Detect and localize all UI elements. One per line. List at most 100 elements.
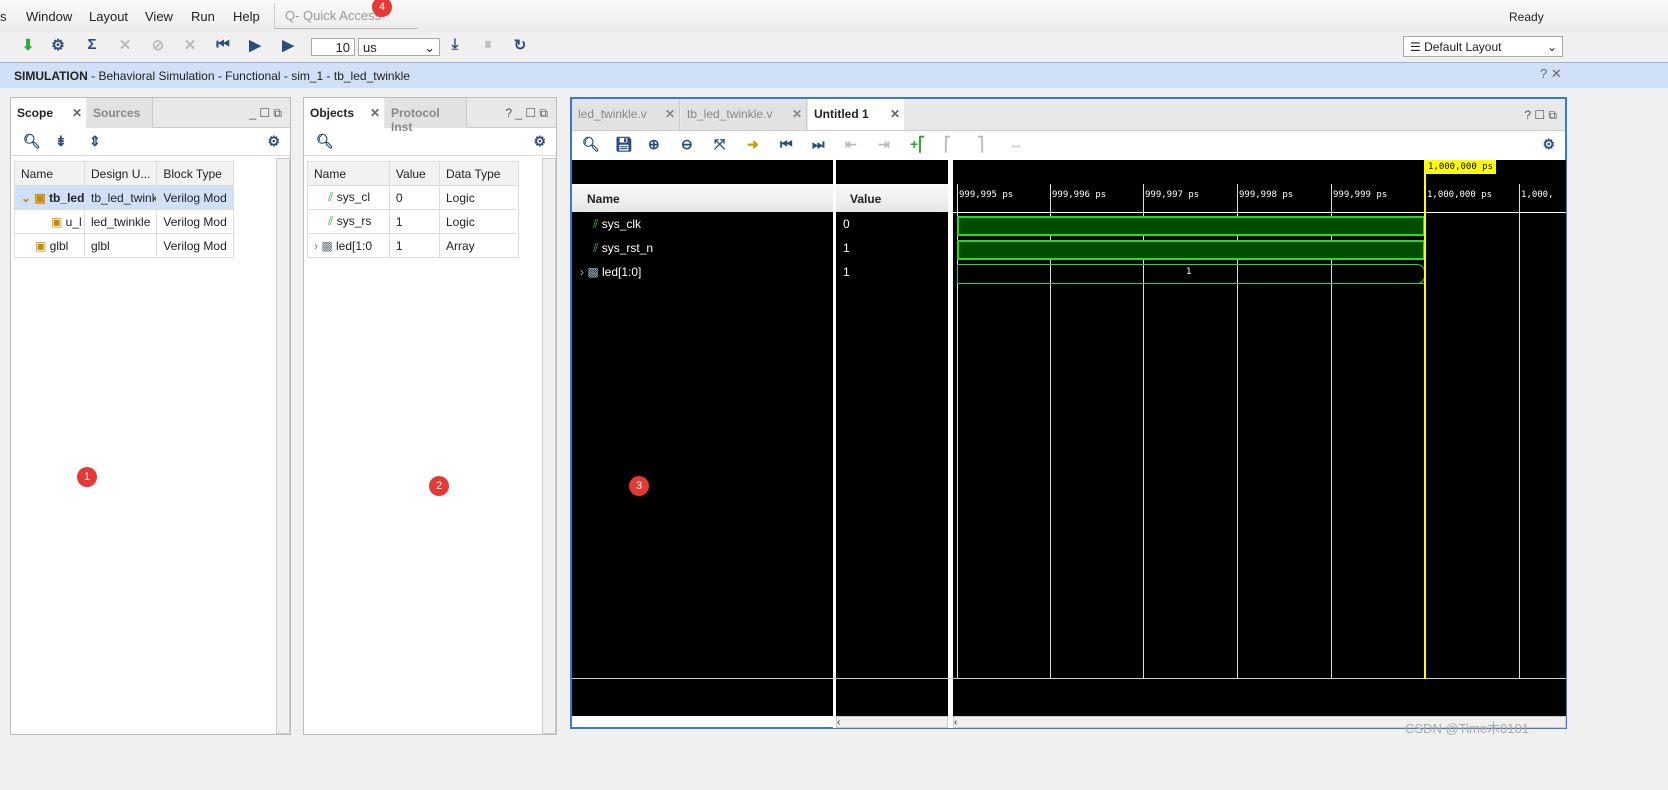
expand-all-icon[interactable]: ⇕ [89, 133, 101, 150]
scrollbar[interactable] [276, 158, 290, 734]
tab-sources[interactable]: Sources [87, 98, 153, 128]
chevron-down-icon: ⌄ [424, 40, 435, 55]
module-icon: ▣ [35, 238, 50, 253]
goto-end-icon[interactable]: ⏭ [812, 136, 825, 153]
close-icon[interactable]: ✕ [665, 107, 675, 121]
step-icon[interactable]: ⤓ [445, 36, 465, 56]
signal-name: led[1:0] [602, 265, 642, 279]
column-header[interactable]: Value [388, 161, 441, 186]
timeline-rule [953, 212, 1566, 213]
scope-table: Name Design U... Block Type ⌄ ▣ tb_led tb_l… [14, 161, 234, 258]
signal-value: 1 [843, 265, 850, 279]
goto-start-icon[interactable]: ⏮ [780, 136, 793, 153]
signal-row[interactable]: › ▩ led[1:0] [580, 265, 641, 279]
relaunch-icon[interactable]: ↻ [510, 36, 530, 56]
table-row[interactable]: ⌄ ▣ tb_led tb_led_twink Verilog Mod [14, 185, 234, 210]
close-icon[interactable]: ✕ [370, 106, 380, 120]
save-icon[interactable]: 💾︎ [615, 136, 633, 153]
cell: Logic [439, 185, 519, 210]
signal-row[interactable]: ⫽ sys_clk [593, 217, 641, 232]
gear-icon[interactable]: ⚙ [1542, 136, 1555, 153]
signal-row[interactable]: ⫽ sys_rst_n [593, 241, 653, 256]
column-header[interactable]: Block Type [156, 161, 234, 186]
column-header[interactable]: Name [307, 161, 390, 186]
cursor-label: 1,000,000 ps [1425, 160, 1497, 174]
tab-untitled-1[interactable]: Untitled 1 ✕ [808, 99, 904, 130]
table-row[interactable]: ⫽ sys_cl 0 Logic [307, 185, 519, 210]
zoom-fit-icon[interactable]: ⤧ [714, 136, 725, 153]
table-row[interactable]: ▣ u_l led_twinkle Verilog Mod [14, 209, 234, 234]
tick-label: 1,000, [1521, 190, 1554, 200]
close-icon[interactable]: ✕ [792, 107, 802, 121]
run-time-input[interactable]: 10 [311, 38, 355, 56]
signal-value: 1 [843, 241, 850, 255]
table-row[interactable]: ▣ glbl glbl Verilog Mod [14, 233, 234, 258]
close-icon[interactable]: ✕ [890, 107, 900, 121]
bus-icon: ▩ [587, 265, 603, 279]
cell: 1 [388, 233, 441, 258]
search-icon[interactable]: 🔍︎ [582, 136, 600, 153]
quick-access-input[interactable]: Q- Quick Access [274, 3, 418, 29]
zoom-out-icon[interactable]: ⊖ [681, 136, 693, 153]
tab-scope[interactable]: Scope ✕ [11, 98, 86, 128]
cell: Logic [439, 209, 519, 234]
menu-tools[interactable]: s [0, 9, 7, 24]
signal-icon: ⫽ [593, 241, 602, 255]
column-header[interactable]: Design U... [83, 161, 158, 186]
gear-icon[interactable]: ⚙ [533, 133, 546, 150]
table-row[interactable]: ⫽ sys_rs 1 Logic [307, 209, 519, 234]
settings-icon[interactable]: ⚙ [48, 36, 68, 56]
menu-help[interactable]: Help [233, 9, 260, 24]
value-scrollbar[interactable]: ‹ [836, 716, 948, 728]
tick-label: 999,998 ps [1239, 190, 1294, 200]
window-controls-icon[interactable]: ? ☐ ⧉ [1524, 108, 1557, 123]
divider[interactable] [948, 160, 953, 728]
close-icon[interactable]: ✕ [72, 106, 82, 120]
tick-label: 999,997 ps [1145, 190, 1200, 200]
menu-run[interactable]: Run [191, 9, 215, 24]
restart-icon[interactable]: ⏮ [213, 36, 233, 56]
gear-icon[interactable]: ⚙ [267, 133, 280, 150]
scrollbar[interactable] [542, 158, 556, 734]
module-icon: ▣ [51, 214, 66, 229]
cell: ▣ u_l [14, 209, 85, 234]
marker-badge: 3 [629, 476, 649, 496]
tab-tb-led-twinkle[interactable]: tb_led_twinkle.v ✕ [681, 99, 807, 130]
column-header[interactable]: Data Type [439, 161, 519, 186]
run-time-unit-select[interactable]: us ⌄ [358, 38, 440, 56]
window-controls-icon[interactable]: ? _ ☐ ⧉ [505, 106, 548, 121]
tab-label: Objects [310, 106, 355, 120]
menu-layout[interactable]: Layout [89, 9, 128, 24]
table-row[interactable]: › ▩ led[1:0 1 Array [307, 233, 519, 258]
tab-objects[interactable]: Objects ✕ [304, 98, 384, 128]
prev-marker-icon: ⎡ [944, 136, 951, 152]
sigma-icon[interactable]: Σ [82, 36, 102, 56]
layout-select[interactable]: ☰ Default Layout ⌄ [1403, 36, 1563, 57]
divider[interactable] [833, 160, 836, 728]
column-header[interactable]: Name [14, 161, 85, 186]
cell-text: sys_rs [336, 214, 372, 228]
run-for-icon[interactable]: ▶ [278, 36, 298, 56]
menu-window[interactable]: Window [26, 9, 72, 24]
cell-text: sys_cl [336, 190, 371, 204]
add-marker-icon[interactable]: +⎡ [910, 136, 925, 153]
menu-view[interactable]: View [145, 9, 173, 24]
search-icon[interactable]: 🔍︎ [23, 133, 41, 150]
value-column-header[interactable]: Value [836, 184, 948, 212]
tab-protocol-inst[interactable]: Protocol Inst [385, 98, 467, 134]
name-column-header[interactable]: Name [572, 184, 833, 212]
next-marker-icon: ⎤ [977, 136, 984, 152]
load-icon[interactable]: ⬇ [18, 36, 38, 56]
run-all-icon[interactable]: ▶ [245, 36, 265, 56]
help-icon[interactable]: ? ✕ [1540, 66, 1562, 82]
search-icon[interactable]: 🔍︎ [316, 133, 334, 150]
tab-led-twinkle[interactable]: led_twinkle.v ✕ [572, 99, 680, 130]
cell-text: led[1:0 [336, 238, 373, 253]
cursor-line[interactable] [1424, 160, 1426, 679]
collapse-all-icon[interactable]: ⇟ [55, 133, 67, 150]
signal-value: 0 [843, 217, 850, 231]
goto-cursor-icon[interactable]: ➜ [747, 136, 759, 153]
window-controls-icon[interactable]: _ ☐ ⧉ [249, 106, 282, 121]
cell-text: tb_led [49, 190, 85, 205]
zoom-in-icon[interactable]: ⊕ [648, 136, 660, 153]
